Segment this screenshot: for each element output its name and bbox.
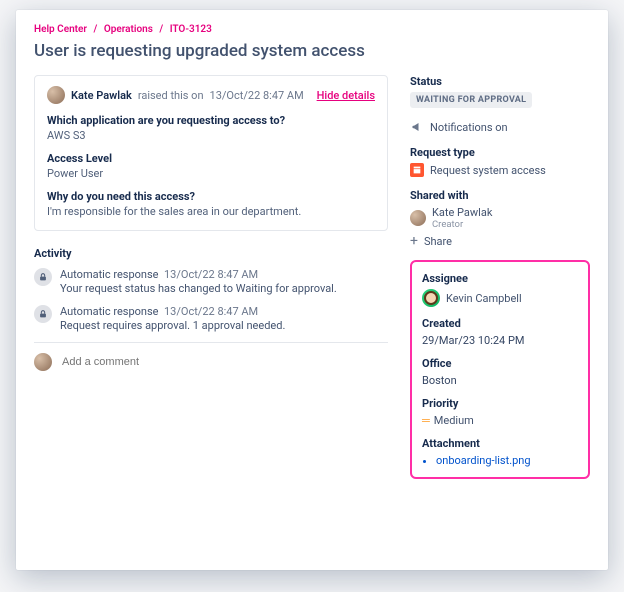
ticket-page: Help Center / Operations / ITO-3123 User… xyxy=(16,10,608,570)
field-why-value: I'm responsible for the sales area in ou… xyxy=(47,205,375,218)
breadcrumb: Help Center / Operations / ITO-3123 xyxy=(34,24,590,35)
activity-item: Automatic response 13/Oct/22 8:47 AM Req… xyxy=(34,305,388,332)
assignee-name: Kevin Campbell xyxy=(446,292,522,305)
breadcrumb-ticket[interactable]: ITO-3123 xyxy=(170,24,212,35)
activity-text: Request requires approval. 1 approval ne… xyxy=(60,319,285,332)
office-label: Office xyxy=(422,357,578,370)
priority-value: Medium xyxy=(434,414,474,427)
lock-icon xyxy=(34,268,52,286)
attachment-label: Attachment xyxy=(422,437,578,450)
shared-with-label: Shared with xyxy=(410,189,590,202)
breadcrumb-sep: / xyxy=(94,24,98,35)
main-column: Kate Pawlak raised this on 13/Oct/22 8:4… xyxy=(34,75,388,479)
shared-with-block: Shared with Kate Pawlak Creator + Share xyxy=(410,189,590,248)
created-label: Created xyxy=(422,317,578,330)
request-type-block: Request type Request system access xyxy=(410,146,590,177)
breadcrumb-help-center[interactable]: Help Center xyxy=(34,24,87,35)
activity-text: Your request status has changed to Waiti… xyxy=(60,282,337,295)
avatar-assignee xyxy=(422,289,440,307)
notifications-row[interactable]: Notifications on xyxy=(410,120,590,134)
request-header: Kate Pawlak raised this on 13/Oct/22 8:4… xyxy=(47,86,375,104)
created-value: 29/Mar/23 10:24 PM xyxy=(422,334,578,347)
field-level-value: Power User xyxy=(47,167,375,180)
comment-input[interactable] xyxy=(60,355,388,369)
avatar-requester xyxy=(47,86,65,104)
request-type-label: Request type xyxy=(410,146,590,159)
office-value: Boston xyxy=(422,374,578,387)
avatar-shared-user xyxy=(410,210,426,226)
priority-label: Priority xyxy=(422,397,578,410)
highlighted-details: Assignee Kevin Campbell Created 29/Mar/2… xyxy=(410,260,590,479)
shared-user-name: Kate Pawlak xyxy=(432,206,492,219)
comment-row xyxy=(34,342,388,371)
status-block: Status WAITING FOR APPROVAL xyxy=(410,75,590,108)
field-app-label: Which application are you requesting acc… xyxy=(47,114,375,127)
status-badge: WAITING FOR APPROVAL xyxy=(410,92,532,108)
avatar-current-user xyxy=(34,353,52,371)
page-title: User is requesting upgraded system acces… xyxy=(34,41,590,61)
breadcrumb-operations[interactable]: Operations xyxy=(104,24,153,35)
requester-name: Kate Pawlak xyxy=(71,89,132,102)
raised-at: 13/Oct/22 8:47 AM xyxy=(210,89,304,102)
activity-title: Activity xyxy=(34,247,388,260)
activity-item: Automatic response 13/Oct/22 8:47 AM You… xyxy=(34,268,388,295)
priority-medium-icon: ═ xyxy=(422,414,428,427)
field-app-value: AWS S3 xyxy=(47,129,375,142)
field-level-label: Access Level xyxy=(47,152,375,165)
details-sidebar: Status WAITING FOR APPROVAL Notification… xyxy=(410,75,590,479)
activity-source: Automatic response xyxy=(60,305,159,318)
shared-user-role: Creator xyxy=(432,219,492,230)
status-label: Status xyxy=(410,75,590,88)
activity-source: Automatic response xyxy=(60,268,159,281)
plus-icon: + xyxy=(410,234,418,248)
notifications-text: Notifications on xyxy=(430,121,508,134)
lock-icon xyxy=(34,305,52,323)
assignee-label: Assignee xyxy=(422,272,578,285)
activity-time: 13/Oct/22 8:47 AM xyxy=(164,305,258,318)
request-type-value: Request system access xyxy=(430,164,546,177)
activity-time: 13/Oct/22 8:47 AM xyxy=(164,268,258,281)
request-details-card: Kate Pawlak raised this on 13/Oct/22 8:4… xyxy=(34,75,388,231)
breadcrumb-sep: / xyxy=(159,24,163,35)
request-type-icon xyxy=(410,163,424,177)
raised-text: raised this on xyxy=(138,89,204,102)
hide-details-link[interactable]: Hide details xyxy=(317,89,375,102)
share-label: Share xyxy=(424,235,452,248)
attachment-link[interactable]: onboarding-list.png xyxy=(436,454,531,467)
field-why-label: Why do you need this access? xyxy=(47,190,375,203)
share-button[interactable]: + Share xyxy=(410,234,590,248)
megaphone-icon xyxy=(410,120,424,134)
